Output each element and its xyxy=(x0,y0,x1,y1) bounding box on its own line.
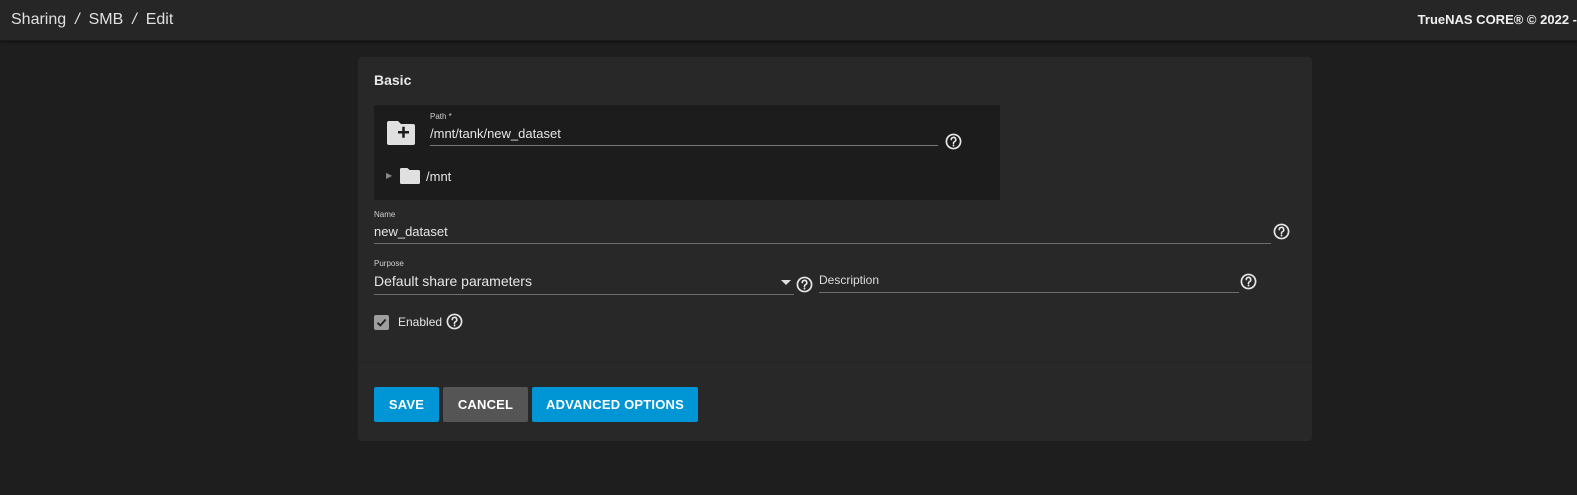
enabled-checkbox[interactable] xyxy=(374,315,389,330)
folder-icon xyxy=(400,168,420,184)
section-title: Basic xyxy=(374,72,412,88)
breadcrumb: Sharing / SMB / Edit xyxy=(11,11,173,29)
breadcrumb-sharing[interactable]: Sharing xyxy=(11,11,66,29)
tree-node-mnt[interactable]: /mnt xyxy=(426,169,451,184)
chevron-down-icon[interactable] xyxy=(781,280,791,285)
enabled-label: Enabled xyxy=(398,315,443,329)
cancel-button[interactable]: CANCEL xyxy=(443,387,528,422)
advanced-options-button[interactable]: ADVANCED OPTIONS xyxy=(532,387,698,422)
breadcrumb-smb[interactable]: SMB xyxy=(89,11,124,29)
description-input[interactable]: Description xyxy=(819,273,879,287)
path-underline xyxy=(430,145,938,146)
path-explorer: Path * /mnt/tank/new_dataset ▶ /mnt xyxy=(374,105,1000,200)
purpose-label: Purpose xyxy=(374,259,404,268)
checkmark-icon xyxy=(376,318,387,327)
name-label: Name xyxy=(374,210,396,219)
breadcrumb-edit: Edit xyxy=(145,11,174,28)
create-folder-icon[interactable] xyxy=(385,119,417,147)
help-icon[interactable] xyxy=(446,313,463,330)
name-input[interactable]: new_dataset xyxy=(374,224,448,239)
path-label: Path * xyxy=(430,112,452,121)
top-bar: Sharing / SMB / Edit TrueNAS CORE® © 202… xyxy=(0,0,1577,41)
name-underline xyxy=(374,243,1271,244)
help-icon[interactable] xyxy=(796,276,813,293)
purpose-select[interactable]: Default share parameters xyxy=(374,273,532,289)
help-icon[interactable] xyxy=(1273,223,1290,240)
breadcrumb-separator: / xyxy=(75,11,80,28)
breadcrumb-separator: / xyxy=(132,11,137,28)
path-input[interactable]: /mnt/tank/new_dataset xyxy=(430,126,561,141)
help-icon[interactable] xyxy=(1240,273,1257,290)
smb-edit-form-card: Basic Path * /mnt/tank/new_dataset ▶ /mn… xyxy=(358,57,1312,441)
save-button[interactable]: SAVE xyxy=(374,387,439,422)
purpose-underline xyxy=(374,294,794,295)
brand-copyright: TrueNAS CORE® © 2022 - xyxy=(1417,12,1577,27)
help-icon[interactable] xyxy=(945,133,962,150)
form-divider xyxy=(358,362,1312,363)
tree-expand-icon[interactable]: ▶ xyxy=(386,171,392,180)
description-underline xyxy=(819,292,1239,293)
